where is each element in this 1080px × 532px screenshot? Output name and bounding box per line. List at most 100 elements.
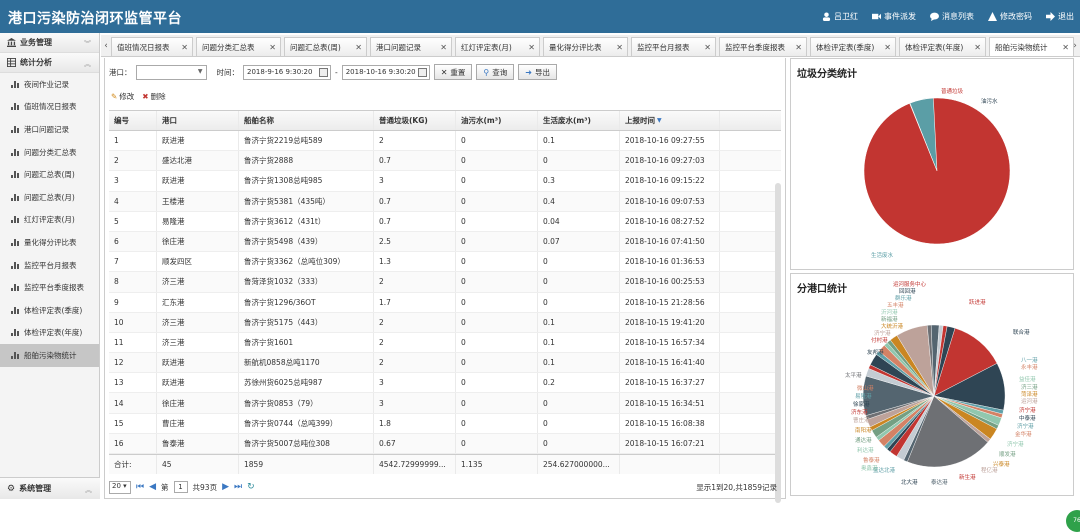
- column-header[interactable]: 船舶名称: [239, 111, 374, 130]
- query-button[interactable]: ⚲ 查询: [476, 64, 515, 80]
- pie-label: 济三港: [1021, 383, 1038, 391]
- tab[interactable]: 量化得分评比表 ✕: [543, 37, 628, 56]
- table-row[interactable]: 3 跃进港 鲁济宁货1308总吨985 3 0 0.3 2018-10-16 09:15:2…: [109, 171, 781, 192]
- sidebar-section-system[interactable]: ⚙ 系统管理 ︽: [0, 477, 100, 499]
- column-header[interactable]: 港口: [157, 111, 239, 130]
- logout-link[interactable]: 退出: [1046, 11, 1074, 22]
- pie-label: 程亿港: [981, 466, 998, 474]
- sidebar-item[interactable]: 值班情况日报表: [0, 96, 99, 119]
- refresh-icon[interactable]: ↻: [247, 482, 255, 492]
- calendar-icon[interactable]: [417, 67, 427, 77]
- close-icon[interactable]: ✕: [884, 43, 891, 52]
- calendar-icon[interactable]: [319, 67, 328, 77]
- edit-button[interactable]: ✎ 修改: [111, 91, 134, 102]
- sidebar-item[interactable]: 船舶污染物统计: [0, 344, 99, 367]
- sidebar-item[interactable]: 监控平台季度报表: [0, 276, 99, 299]
- tab[interactable]: 监控平台季度报表 ✕: [719, 37, 807, 56]
- date-from-input[interactable]: 2018-9-16 9:30:20: [243, 64, 331, 80]
- export-button[interactable]: ➜ 导出: [518, 64, 557, 80]
- port-chart-card: 分港口统计 运河服务中心 回回港 群乐港 五丰港 沂河港 新福港 大统沂港 济宁港 付村港 友邦港…: [790, 273, 1074, 496]
- sidebar-item[interactable]: 问题汇总表(周): [0, 163, 99, 186]
- close-icon[interactable]: ✕: [269, 43, 276, 52]
- table-row[interactable]: 9 汇东港 鲁济宁货1296/36OT 1.7 0 0 2018-10-15 21:28:5…: [109, 292, 781, 313]
- table-row[interactable]: 12 跃进港 新航机0858总吨1170 2 0 0.1 2018-10-15 16:41:…: [109, 353, 781, 374]
- prev-page-icon[interactable]: ◀: [149, 482, 156, 492]
- table-row[interactable]: 14 徐庄港 鲁济宁货0853（79） 3 0 0 2018-10-15 16:34:51: [109, 393, 781, 414]
- table-row[interactable]: 11 济三港 鲁济宁货1601 2 0 0.1 2018-10-15 16:57:34: [109, 332, 781, 354]
- page-number-input[interactable]: 1: [173, 481, 188, 493]
- delete-button[interactable]: ✖ 删除: [142, 91, 165, 102]
- event-dispatch-link[interactable]: 事件派发: [872, 11, 916, 22]
- tab[interactable]: 问题汇总表(周) ✕: [284, 37, 367, 56]
- table-cell: 徐庄港: [157, 393, 239, 413]
- app-title: 港口污染防治闭环监管平台: [8, 11, 182, 27]
- user-menu[interactable]: 吕卫红: [822, 11, 858, 22]
- column-header[interactable]: 生活废水(m³): [538, 111, 620, 130]
- tab[interactable]: 值班情况日报表 ✕: [111, 37, 193, 56]
- floating-action-button[interactable]: 76: [1066, 510, 1080, 532]
- column-header[interactable]: 普通垃圾(KG): [374, 111, 456, 130]
- tab[interactable]: 体检评定表(年度) ✕: [899, 37, 986, 56]
- table-cell: 鲁济宁货2888: [239, 151, 374, 171]
- table-cell: 鲁济宁货2219总吨589: [239, 131, 374, 151]
- pie-slice[interactable]: [863, 97, 1011, 245]
- tab-scroll-right-icon[interactable]: ›: [1071, 38, 1079, 54]
- tab-scroll-left-icon[interactable]: ‹: [102, 38, 110, 54]
- column-header[interactable]: 编号: [109, 111, 157, 130]
- table-row[interactable]: 7 顺发四区 鲁济宁货3362（总吨位309） 1.3 0 0 2018-10-16 01:…: [109, 252, 781, 273]
- sidebar-item[interactable]: 问题分类汇总表: [0, 141, 99, 164]
- column-header[interactable]: 油污水(m³): [456, 111, 538, 130]
- sidebar-item[interactable]: 监控平台月报表: [0, 254, 99, 277]
- tab[interactable]: 问题分类汇总表 ✕: [196, 37, 281, 56]
- close-icon[interactable]: ✕: [440, 43, 447, 52]
- close-icon[interactable]: ✕: [1062, 43, 1069, 52]
- sidebar-item[interactable]: 港口问题记录: [0, 118, 99, 141]
- table-row[interactable]: 13 跃进港 苏徐州货6025总吨987 3 0 0.2 2018-10-15 16:37:…: [109, 373, 781, 394]
- message-list-link[interactable]: 消息列表: [930, 11, 974, 22]
- vertical-scrollbar[interactable]: [775, 183, 781, 503]
- tab[interactable]: 体检评定表(季度) ✕: [810, 37, 896, 56]
- change-password-link[interactable]: 修改密码: [988, 11, 1032, 22]
- sidebar-item[interactable]: 夜间作业记录: [0, 73, 99, 96]
- tab[interactable]: 监控平台月报表 ✕: [631, 37, 716, 56]
- sidebar-item[interactable]: 问题汇总表(月): [0, 186, 99, 209]
- last-page-icon[interactable]: ⏭: [234, 482, 242, 492]
- table-row[interactable]: 16 鲁泰港 鲁济宁货5007总吨位308 0.67 0 0 2018-10-15 16:0…: [109, 433, 781, 454]
- column-header[interactable]: 上报时间 ▼: [620, 111, 720, 130]
- table-row[interactable]: 8 济三港 鲁菏泽货1032（333） 2 0 0 2018-10-16 00:25:53: [109, 272, 781, 293]
- reset-button[interactable]: ✕ 重置: [433, 64, 473, 80]
- tab[interactable]: 红灯评定表(月) ✕: [455, 37, 540, 56]
- tab-list: 值班情况日报表 ✕ 问题分类汇总表 ✕ 问题汇总表(周) ✕ 港口问题记录 ✕ 红灯评定表(月)…: [111, 37, 1074, 57]
- table-row[interactable]: 10 济三港 鲁济宁货5175（443） 2 0 0.1 2018-10-15 19:41:…: [109, 312, 781, 333]
- close-icon[interactable]: ✕: [528, 43, 535, 52]
- close-icon[interactable]: ✕: [795, 43, 802, 52]
- table-row[interactable]: 1 跃进港 鲁济宁货2219总吨589 2 0 0.1 2018-10-16 09:27:5…: [109, 131, 781, 152]
- tab-bar: ‹ 值班情况日报表 ✕ 问题分类汇总表 ✕ 问题汇总表(周) ✕ 港口问题记录 ✕ 红灯评定表(…: [101, 35, 1080, 57]
- close-icon[interactable]: ✕: [355, 43, 362, 52]
- close-icon[interactable]: ✕: [704, 43, 711, 52]
- sidebar-item[interactable]: 量化得分评比表: [0, 231, 99, 254]
- tab[interactable]: 港口问题记录 ✕: [370, 37, 452, 56]
- sidebar-item[interactable]: 红灯评定表(月): [0, 209, 99, 232]
- page-size-select[interactable]: 20 ▾: [109, 480, 131, 494]
- table-row[interactable]: 6 徐庄港 鲁济宁货5498（439） 2.5 0 0.07 2018-10-16 07:4…: [109, 231, 781, 253]
- table-row[interactable]: 2 盛达北港 鲁济宁货2888 0.7 0 0 2018-10-16 09:27:03: [109, 151, 781, 172]
- sidebar-item[interactable]: 体检评定表(年度): [0, 322, 99, 345]
- table-row[interactable]: 4 王楼港 鲁济宁货5381（435吨） 0.7 0 0.4 2018-10-16 09:0…: [109, 191, 781, 212]
- close-icon[interactable]: ✕: [181, 43, 188, 52]
- close-icon[interactable]: ✕: [616, 43, 623, 52]
- table-cell: 2018-10-15 16:37:27: [620, 373, 720, 393]
- sidebar-section-business[interactable]: 业务管理 ︾: [0, 33, 99, 53]
- close-icon[interactable]: ✕: [974, 43, 981, 52]
- table-row[interactable]: 15 曹庄港 鲁济宁货0744（总吨399） 1.8 0 0 2018-10-15 16:0…: [109, 413, 781, 434]
- tab[interactable]: 船舶污染物统计 ✕: [989, 37, 1074, 56]
- sidebar-section-statistics[interactable]: 统计分析 ︽: [0, 53, 99, 73]
- sidebar-item[interactable]: 体检评定表(季度): [0, 299, 99, 322]
- table-row[interactable]: 5 易隆港 鲁济宁货3612（431t） 0.7 0 0.04 2018-10-16 08:…: [109, 211, 781, 232]
- first-page-icon[interactable]: ⏮: [136, 482, 144, 492]
- date-to-input[interactable]: 2018-10-16 9:30:20: [341, 64, 430, 80]
- table-cell: 0: [456, 332, 538, 353]
- table-cell: 6: [109, 231, 157, 252]
- port-select[interactable]: ▼: [135, 64, 207, 80]
- next-page-icon[interactable]: ▶: [222, 482, 229, 492]
